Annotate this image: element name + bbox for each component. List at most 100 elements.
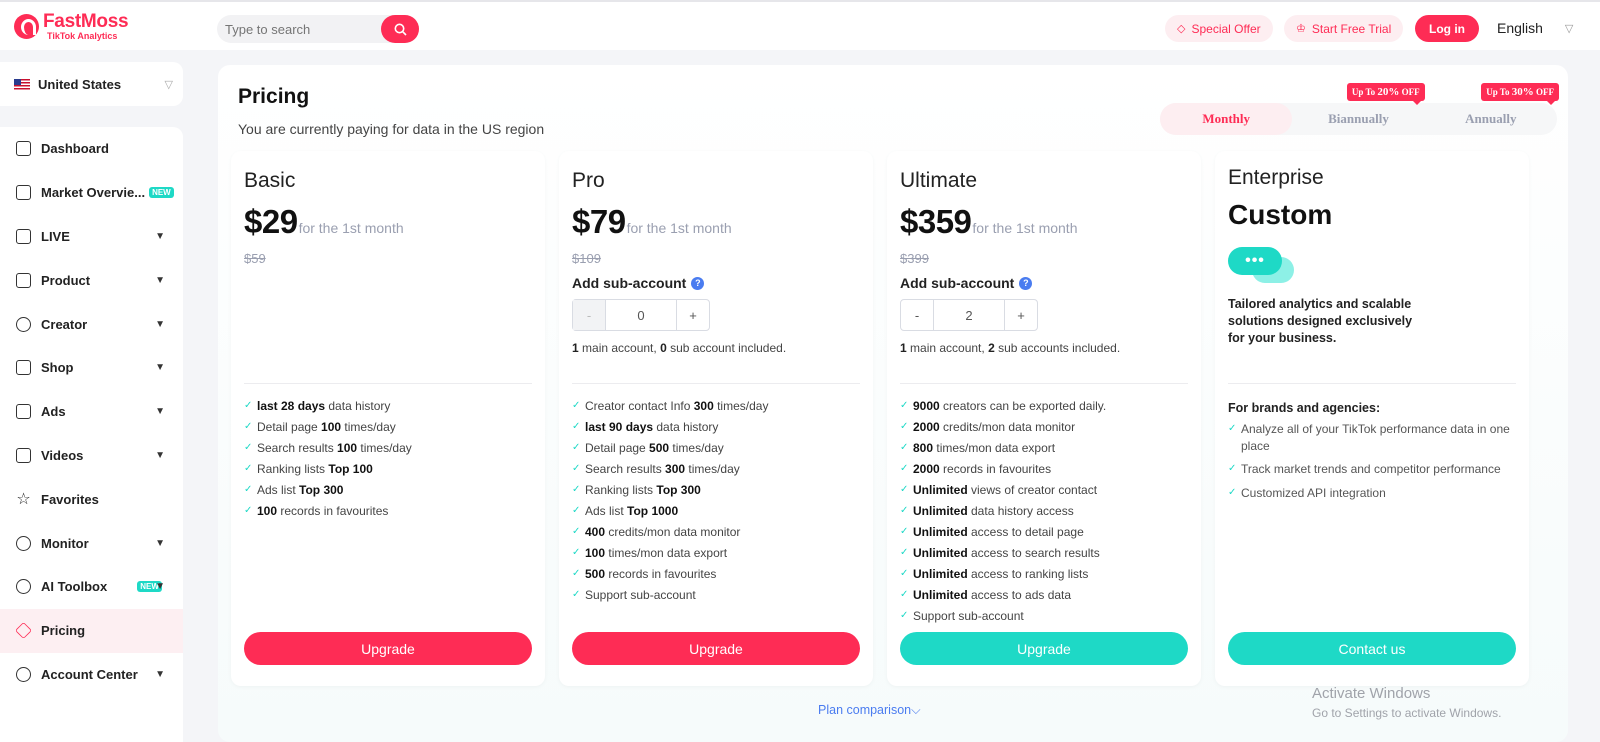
monitor-icon [16,535,31,551]
sidebar-item-label: Dashboard [41,141,109,157]
sidebar-item-pricing[interactable]: Pricing [0,608,183,653]
chevron-down-icon: ▽ [164,78,173,91]
decrement-button[interactable]: - [901,300,933,330]
decrement-button[interactable]: - [573,300,605,330]
sidebar-item-label: Favorites [41,491,99,507]
sub-account-heading: Add sub-account ? [900,275,1033,291]
sub-account-label: Add sub-account [572,275,687,291]
check-icon: ✓ [572,547,581,558]
feature-text: 2000 credits/mon data monitor [913,419,1076,434]
feature-item: ✓ Ads list Top 1000 [572,500,864,521]
help-icon[interactable]: ? [1019,276,1033,290]
chevron-down-icon: ▼ [155,318,165,330]
feature-item: ✓ Search results 100 times/day [244,437,536,458]
original-price: $59 [244,251,266,266]
tab-monthly[interactable]: Monthly [1160,103,1293,135]
user-icon [16,666,31,682]
increment-button[interactable]: + [677,300,709,330]
sidebar-item-dashboard[interactable]: Dashboard [0,127,183,171]
login-button[interactable]: Log in [1415,15,1479,42]
sub-account-count[interactable]: 2 [933,300,1005,330]
tab-biannually[interactable]: Biannually Up To 20% OFF [1292,83,1425,135]
feature-text: Support sub-account [913,608,1024,623]
check-icon: ✓ [244,442,253,453]
sidebar-item-market-overview[interactable]: Market Overvie... NEW [0,171,183,215]
country-selector[interactable]: United States ▽ [0,62,183,106]
feature-item: ✓ Ads list Top 300 [244,479,536,500]
sidebar-item-account-center[interactable]: Account Center ▼ [0,653,183,697]
price-period: for the 1st month [298,220,404,236]
plan-price: $79 for the 1st month [572,203,732,241]
feature-text: Support sub-account [585,587,696,602]
special-offer-label: Special Offer [1191,21,1261,36]
sidebar-item-creator[interactable]: Creator ▼ [0,302,183,346]
feature-text: Ads list Top 1000 [585,503,679,518]
feature-item: ✓ 2000 records in favourites [900,458,1192,479]
watermark-subtitle: Go to Settings to activate Windows. [1312,706,1502,720]
feature-item: ✓ 100 times/mon data export [572,542,864,563]
check-icon: ✓ [572,526,581,537]
feature-text: Creator contact Info 300 times/day [585,398,769,413]
contact-us-button[interactable]: Contact us [1228,632,1516,665]
special-offer-button[interactable]: ◇ Special Offer [1165,15,1273,42]
sidebar-item-videos[interactable]: Videos ▼ [0,434,183,478]
sidebar-item-monitor[interactable]: Monitor ▼ [0,521,183,565]
chevron-down-icon: ▼ [155,230,165,242]
sidebar-item-product[interactable]: Product ▼ [0,258,183,302]
feature-item: ✓ Analyze all of your TikTok performance … [1228,422,1510,453]
feature-item: ✓ last 28 days data history [244,395,536,416]
feature-list: ✓ Creator contact Info 300 times/day ✓ last… [572,395,864,605]
divider [572,383,860,384]
search-button[interactable] [381,15,419,43]
check-icon: ✓ [244,421,253,432]
logo[interactable]: FastMoss TikTok Analytics [14,11,129,41]
plan-comparison-link[interactable]: Plan comparison⌵ [818,703,921,718]
sidebar-item-label: Market Overvie... [41,185,146,201]
feature-item: ✓ Detail page 100 times/day [244,416,536,437]
check-icon: ✓ [572,568,581,579]
accounts-included: 1 main account, 0 sub account included. [572,341,787,355]
check-icon: ✓ [900,400,909,411]
sidebar-item-live[interactable]: LIVE ▼ [0,215,183,259]
check-icon: ✓ [572,463,581,474]
brand-name: FastMoss [43,11,129,32]
upgrade-button[interactable]: Upgrade [244,632,532,665]
chevron-down-icon: ▼ [155,537,165,549]
feature-item: ✓ Detail page 500 times/day [572,437,864,458]
check-icon: ✓ [1228,486,1237,498]
feature-text: Search results 100 times/day [257,440,412,455]
feature-text: 500 records in favourites [585,566,717,581]
plan-price: $359 for the 1st month [900,203,1077,241]
discount-badge: Up To 30% OFF [1481,83,1559,105]
sidebar-item-ads[interactable]: Ads ▼ [0,390,183,434]
plan-name: Basic [244,169,296,192]
help-icon[interactable]: ? [691,276,705,290]
search-input[interactable] [217,15,377,43]
start-free-trial-button[interactable]: ♔ Start Free Trial [1284,15,1404,42]
sidebar-item-label: Creator [41,316,88,332]
feature-item: ✓ Unlimited access to detail page [900,521,1192,542]
star-icon: ☆ [16,490,31,508]
chevron-down-icon: ▼ [155,581,165,593]
sidebar-item-favorites[interactable]: ☆ Favorites [0,477,183,521]
page-subtitle: You are currently paying for data in the… [238,121,545,137]
check-icon: ✓ [900,484,909,495]
tab-annually[interactable]: Annually Up To 30% OFF [1425,83,1559,135]
sub-account-count[interactable]: 0 [605,300,677,330]
check-icon: ✓ [1228,463,1237,474]
brands-heading: For brands and agencies: [1228,401,1381,415]
check-icon: ✓ [900,505,909,516]
plan-name: Ultimate [900,169,978,192]
increment-button[interactable]: + [1005,300,1037,330]
sidebar-nav: Dashboard Market Overvie... NEW LIVE ▼ P… [0,127,183,742]
feature-item: ✓ 100 records in favourites [244,500,536,521]
language-selector[interactable]: English ▽ [1497,20,1573,36]
upgrade-button[interactable]: Upgrade [572,632,860,665]
check-icon: ✓ [572,484,581,495]
sidebar-item-ai-toolbox[interactable]: AI Toolbox NEW ▼ [0,565,183,609]
chevron-down-icon: ▼ [155,362,165,374]
upgrade-button[interactable]: Upgrade [900,632,1188,665]
sidebar-item-shop[interactable]: Shop ▼ [0,346,183,390]
feature-text: Unlimited views of creator contact [913,482,1098,497]
ai-icon [16,579,31,595]
